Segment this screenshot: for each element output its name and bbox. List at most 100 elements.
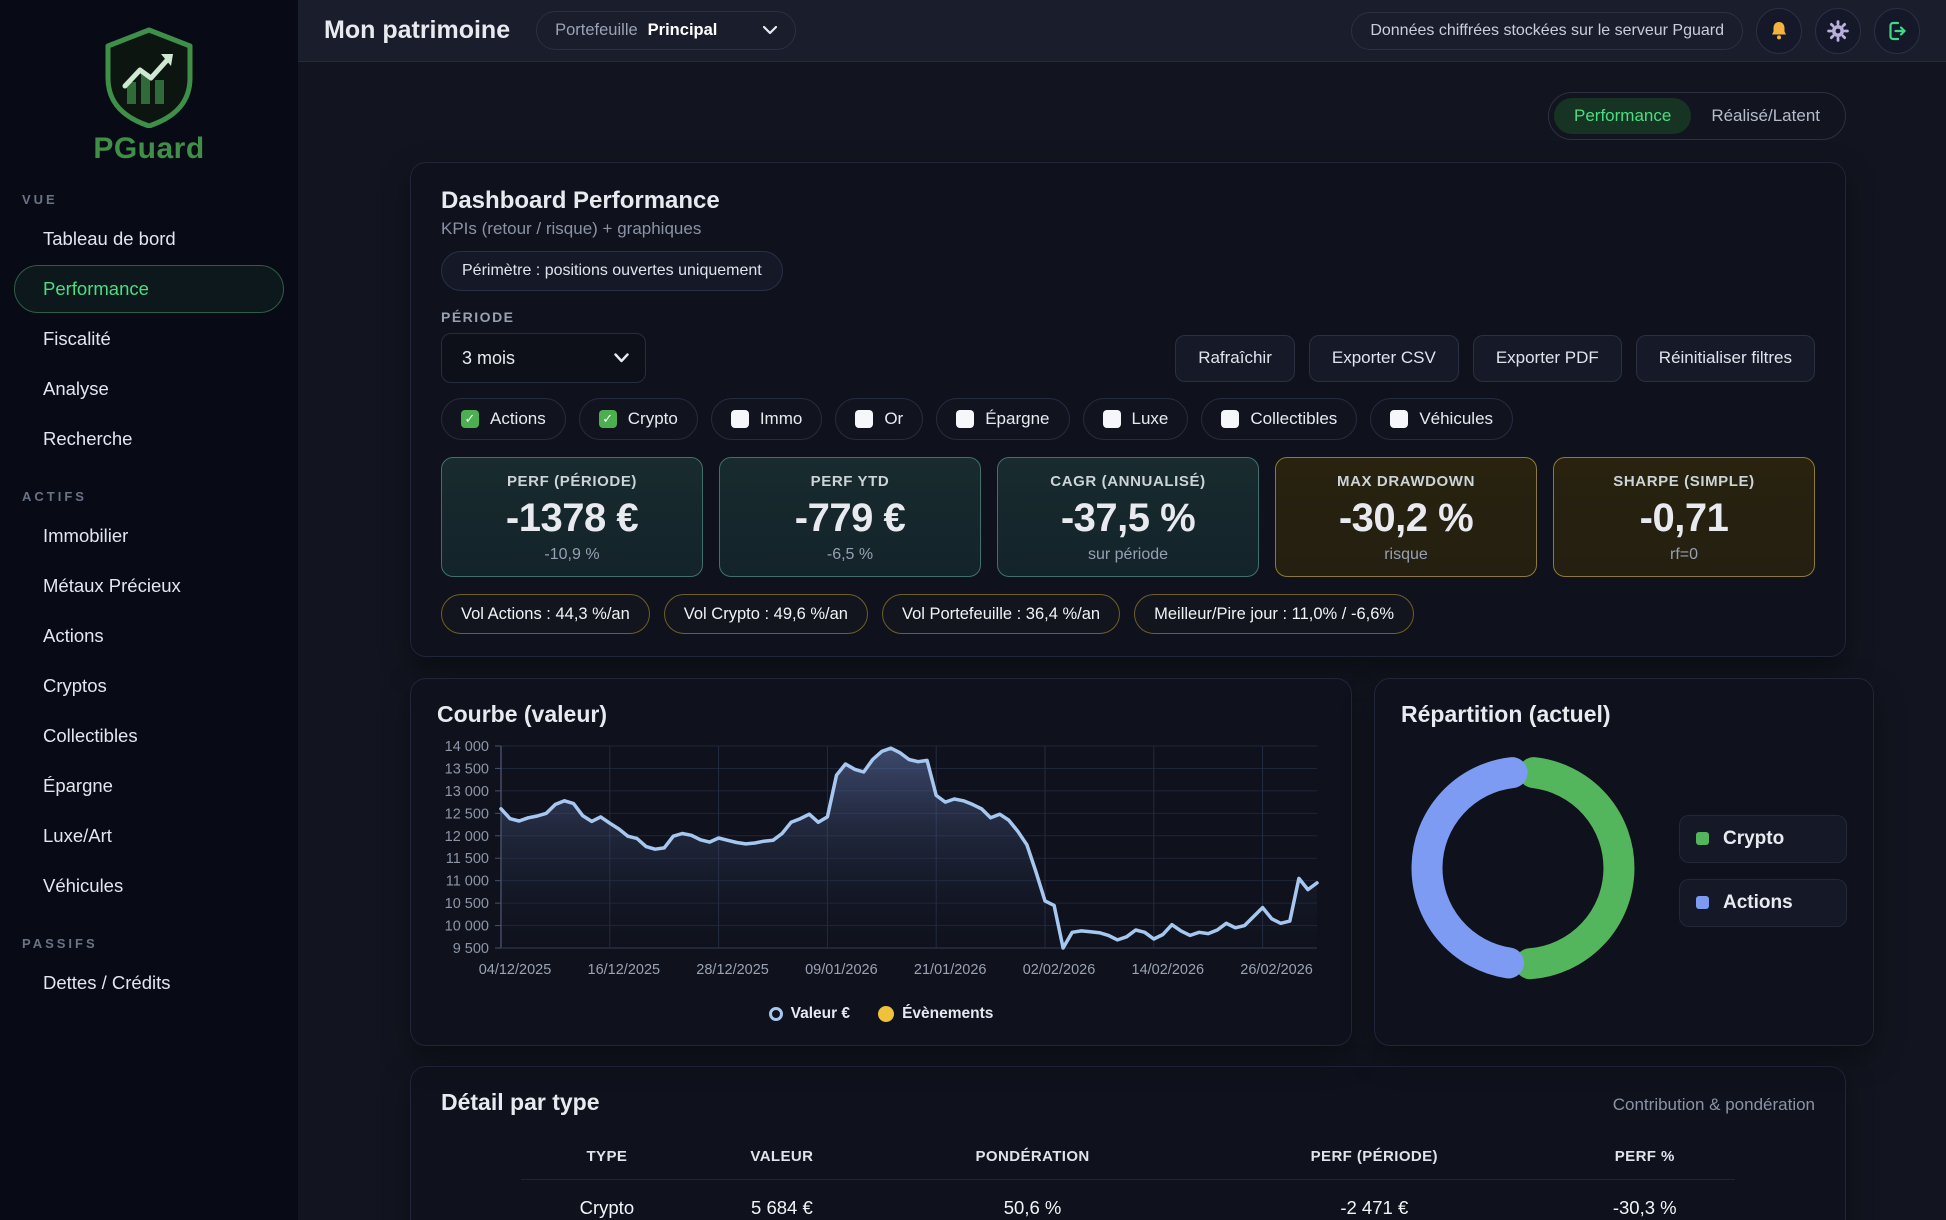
legend--v-nements[interactable]: Évènements <box>878 1005 993 1023</box>
sidebar-section-title: PASSIFS <box>0 936 298 957</box>
exporter-csv-button[interactable]: Exporter CSV <box>1309 335 1459 382</box>
sidebar-item-dettes-cr-dits[interactable]: Dettes / Crédits <box>14 959 284 1007</box>
filter-or[interactable]: Or <box>835 398 923 440</box>
toggle-option-performance[interactable]: Performance <box>1554 98 1691 134</box>
svg-text:11 500: 11 500 <box>446 851 489 867</box>
donut-title: Répartition (actuel) <box>1401 701 1847 728</box>
settings-button[interactable] <box>1815 8 1861 54</box>
sidebar-item-v-hicules[interactable]: Véhicules <box>14 862 284 910</box>
filter-collectibles[interactable]: Collectibles <box>1201 398 1357 440</box>
filter-luxe[interactable]: Luxe <box>1083 398 1189 440</box>
period-select[interactable]: 3 mois <box>441 333 646 383</box>
checkbox-unchecked-icon[interactable] <box>956 410 974 428</box>
sidebar-section-passifs: PASSIFSDettes / Crédits <box>0 936 298 1007</box>
table-cell: -2 471 € <box>1194 1180 1554 1220</box>
swatch-icon <box>1696 832 1709 845</box>
filter-label: Crypto <box>628 409 678 429</box>
bell-icon <box>1767 19 1791 43</box>
column-header: TYPE <box>521 1130 693 1180</box>
sidebar-item-m-taux-pr-cieux[interactable]: Métaux Précieux <box>14 562 284 610</box>
table-row: Crypto5 684 €50,6 %-2 471 €-30,3 % <box>521 1180 1735 1220</box>
scope-badge: Périmètre : positions ouvertes uniquemen… <box>441 251 783 291</box>
detail-head: Détail par type Contribution & pondérati… <box>441 1089 1815 1116</box>
sidebar-section-actifs: ACTIFSImmobilierMétaux PrécieuxActionsCr… <box>0 489 298 910</box>
shield-logo-icon <box>103 26 195 128</box>
donut-legend-label: Actions <box>1723 892 1793 914</box>
checkbox-checked-icon[interactable]: ✓ <box>461 410 479 428</box>
filter-crypto[interactable]: ✓ Crypto <box>579 398 698 440</box>
table-cell: 50,6 % <box>871 1180 1194 1220</box>
r-initialiser-filtres-button[interactable]: Réinitialiser filtres <box>1636 335 1815 382</box>
exporter-pdf-button[interactable]: Exporter PDF <box>1473 335 1622 382</box>
donut-legend: Crypto Actions <box>1679 815 1847 927</box>
checkbox-unchecked-icon[interactable] <box>1221 410 1239 428</box>
sidebar-item--pargne[interactable]: Épargne <box>14 762 284 810</box>
checkbox-unchecked-icon[interactable] <box>1103 410 1121 428</box>
chart-title: Courbe (valeur) <box>437 701 1325 728</box>
svg-text:11 000: 11 000 <box>446 874 489 890</box>
sidebar-item-cryptos[interactable]: Cryptos <box>14 662 284 710</box>
filter-label: Or <box>884 409 903 429</box>
filter-v-hicules[interactable]: Véhicules <box>1370 398 1513 440</box>
toggle-option-r-alis-latent[interactable]: Réalisé/Latent <box>1691 98 1840 134</box>
kpi-value: -30,2 % <box>1276 496 1536 541</box>
svg-text:13 000: 13 000 <box>445 784 489 800</box>
app-root: PGuard VUETableau de bordPerformanceFisc… <box>0 0 1946 1220</box>
svg-text:10 000: 10 000 <box>445 919 489 935</box>
value-line-chart: 9 50010 00010 50011 00011 50012 00012 50… <box>437 728 1325 1003</box>
detail-table-wrap: TYPEVALEURPONDÉRATIONPERF (PÉRIODE)PERF … <box>441 1130 1815 1220</box>
donut-legend-actions[interactable]: Actions <box>1679 879 1847 927</box>
kpi-card-cagr-annualis-: CAGR (ANNUALISÉ)-37,5 %sur période <box>997 457 1259 577</box>
detail-title: Détail par type <box>441 1089 600 1116</box>
sidebar-item-analyse[interactable]: Analyse <box>14 365 284 413</box>
kpi-card-perf-ytd: PERF YTD-779 €-6,5 % <box>719 457 981 577</box>
column-header: VALEUR <box>693 1130 871 1180</box>
kpi-label: SHARPE (SIMPLE) <box>1554 473 1814 490</box>
svg-text:10 500: 10 500 <box>445 896 489 912</box>
legend-valeur-[interactable]: Valeur € <box>769 1005 850 1023</box>
sidebar-item-performance[interactable]: Performance <box>14 265 284 313</box>
notifications-button[interactable] <box>1756 8 1802 54</box>
checkbox-unchecked-icon[interactable] <box>731 410 749 428</box>
kpi-value: -779 € <box>720 496 980 541</box>
sidebar-item-tableau-de-bord[interactable]: Tableau de bord <box>14 215 284 263</box>
filter-immo[interactable]: Immo <box>711 398 823 440</box>
table-cell: -30,3 % <box>1554 1180 1735 1220</box>
detail-by-type-card: Détail par type Contribution & pondérati… <box>410 1066 1846 1220</box>
svg-text:12 500: 12 500 <box>445 806 489 822</box>
value-curve-card: Courbe (valeur) 9 50010 00010 50011 0001… <box>410 678 1352 1046</box>
kpi-value: -37,5 % <box>998 496 1258 541</box>
logout-button[interactable] <box>1874 8 1920 54</box>
sidebar-item-fiscalit-[interactable]: Fiscalité <box>14 315 284 363</box>
kpi-label: PERF (PÉRIODE) <box>442 473 702 490</box>
column-header: PONDÉRATION <box>871 1130 1194 1180</box>
donut-legend-crypto[interactable]: Crypto <box>1679 815 1847 863</box>
table-cell: 5 684 € <box>693 1180 871 1220</box>
rafra-chir-button[interactable]: Rafraîchir <box>1175 335 1295 382</box>
checkbox-unchecked-icon[interactable] <box>855 410 873 428</box>
charts-row: Courbe (valeur) 9 50010 00010 50011 0001… <box>410 678 1846 1046</box>
donut-legend-label: Crypto <box>1723 828 1784 850</box>
sidebar-item-luxe-art[interactable]: Luxe/Art <box>14 812 284 860</box>
kpi-sub: rf=0 <box>1554 546 1814 564</box>
donut-body: Crypto Actions <box>1401 746 1847 995</box>
svg-text:09/01/2026: 09/01/2026 <box>805 962 878 978</box>
sidebar-item-immobilier[interactable]: Immobilier <box>14 512 284 560</box>
checkbox-unchecked-icon[interactable] <box>1390 410 1408 428</box>
dashboard-performance-card: Dashboard Performance KPIs (retour / ris… <box>410 162 1846 657</box>
sidebar-item-recherche[interactable]: Recherche <box>14 415 284 463</box>
controls-row: 3 mois Rafraîchir Exporter CSV Exporter PD… <box>441 333 1815 383</box>
checkbox-checked-icon[interactable]: ✓ <box>599 410 617 428</box>
filter-label: Épargne <box>985 409 1049 429</box>
allocation-card: Répartition (actuel) Crypto Actions <box>1374 678 1874 1046</box>
filter-actions[interactable]: ✓Actions <box>441 398 566 440</box>
donut-chart-svg <box>1401 746 1645 990</box>
column-header: PERF (PÉRIODE) <box>1194 1130 1554 1180</box>
kpi-value: -1378 € <box>442 496 702 541</box>
asset-filters: ✓Actions✓CryptoImmoOrÉpargneLuxeCollecti… <box>441 398 1815 440</box>
portfolio-select[interactable]: Portefeuille Principal <box>536 11 796 50</box>
filter--pargne[interactable]: Épargne <box>936 398 1069 440</box>
gear-icon <box>1826 19 1850 43</box>
sidebar-item-collectibles[interactable]: Collectibles <box>14 712 284 760</box>
sidebar-item-actions[interactable]: Actions <box>14 612 284 660</box>
